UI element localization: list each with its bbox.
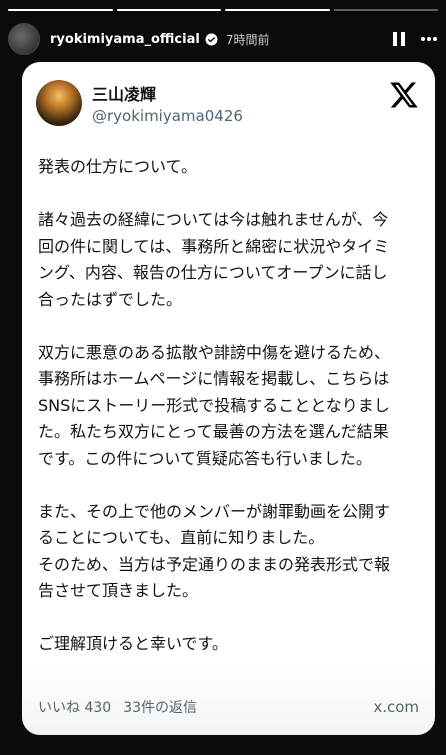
post-text-line: ることについても、直前に知りました。 — [38, 528, 325, 547]
post-text: 発表の仕方について。諸々過去の経緯については今は触れませんが、今 回の件に関しては… — [38, 154, 421, 658]
story-progress-segment — [333, 9, 438, 11]
x-logo-icon — [390, 82, 418, 108]
pause-icon — [393, 32, 405, 46]
post-text-line: また、その上で他のメンバーが謝罪動画を公開す — [38, 501, 391, 521]
post-text-line: た。私たち双方にとって最善の方法を選んだ結果 — [38, 422, 389, 441]
post-text-line: 双方に悪意のある拡散や誹謗中傷を避けるため、 — [38, 342, 391, 362]
author-handle: @ryokimiyama0426 — [92, 107, 243, 125]
post-text-line: SNSにストーリー形式で投稿することとなりまし — [38, 395, 390, 415]
story-header: ryokimiyama_official 7時間前 — [8, 22, 438, 56]
like-count: いいね 430 — [38, 700, 112, 716]
post-text-line: ご理解頂けると幸いです。 — [38, 634, 228, 653]
story-progress-bar — [8, 9, 438, 11]
profile-avatar[interactable] — [8, 23, 40, 55]
author-display-name: 三山凌輝 — [92, 85, 157, 104]
post-text-line: 発表の仕方について。 — [38, 157, 198, 176]
story-progress-segment — [116, 9, 221, 11]
source-domain[interactable]: x.com — [373, 698, 419, 716]
story-progress-segment — [8, 9, 113, 11]
verified-badge-icon — [205, 33, 218, 45]
post-text-line: 合ったはずでした。 — [38, 289, 183, 309]
story-progress-segment — [225, 9, 330, 11]
post-text-line: そのため、当方は予定通りのままの発表形式で報 — [38, 554, 391, 574]
post-text-line: 諸々過去の経緯については今は触れませんが、今 — [38, 210, 389, 229]
author-names: 三山凌輝 @ryokimiyama0426 — [92, 81, 243, 125]
post-text-line: 回の件に関しては、事務所と綿密に状況やタイミ — [38, 236, 390, 256]
post-text-line: です。この件について質疑応答も行いました。 — [38, 448, 372, 468]
author-avatar — [36, 80, 82, 126]
post-time: 7時間前 — [225, 32, 270, 47]
embedded-post-card[interactable]: 三山凌輝 @ryokimiyama0426 発表の仕方について。諸々過去の経緯に… — [22, 62, 435, 735]
username[interactable]: ryokimiyama_official — [50, 32, 200, 47]
post-text-line: ング、内容、報告の仕方についてオープンに話し — [38, 263, 388, 282]
more-options-button[interactable] — [420, 36, 438, 42]
post-header: 三山凌輝 @ryokimiyama0426 — [36, 78, 419, 128]
post-text-line: 告させて頂きました。 — [38, 581, 199, 600]
post-footer: いいね 430 33件の返信 x.com — [38, 697, 419, 717]
reply-count: 33件の返信 — [123, 700, 197, 716]
more-options-icon — [421, 37, 437, 41]
pause-button[interactable] — [392, 31, 406, 47]
post-text-line: 事務所はホームページに情報を掲載し、こちらは — [38, 369, 390, 388]
